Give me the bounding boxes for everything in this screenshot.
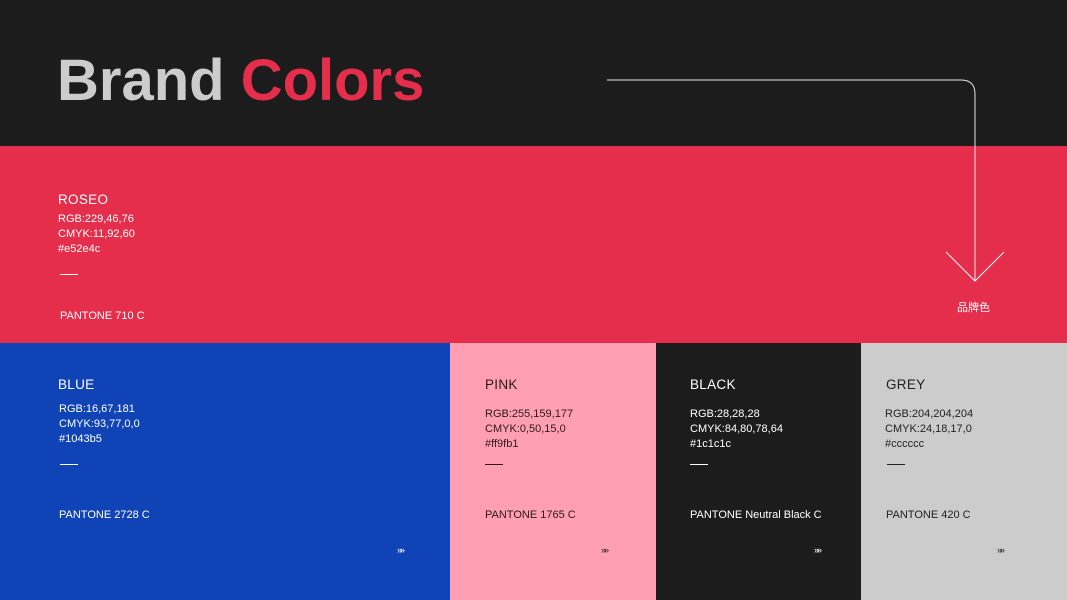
primary-color-swatch: ROSEO RGB:229,46,76 CMYK:11,92,60 #e52e4… xyxy=(0,146,1067,343)
color-pantone: PANTONE 420 C xyxy=(886,509,971,521)
color-rgb: RGB:28,28,28 xyxy=(690,408,760,420)
swatch-black: BLACK RGB:28,28,28 CMYK:84,80,78,64 #1c1… xyxy=(656,343,861,600)
more-arrows-icon[interactable]: »» xyxy=(814,545,822,555)
color-cmyk: CMYK:24,18,17,0 xyxy=(885,423,972,435)
divider-dash xyxy=(60,274,78,275)
color-name: PINK xyxy=(485,377,518,392)
swatch-blue: BLUE RGB:16,67,181 CMYK:93,77,0,0 #1043b… xyxy=(0,343,450,600)
color-cmyk: CMYK:84,80,78,64 xyxy=(690,423,783,435)
swatch-pink: PINK RGB:255,159,177 CMYK:0,50,15,0 #ff9… xyxy=(450,343,656,600)
color-name: ROSEO xyxy=(58,192,109,207)
color-rgb: RGB:229,46,76 xyxy=(58,213,134,225)
color-rgb: RGB:255,159,177 xyxy=(485,408,574,420)
color-pantone: PANTONE 2728 C xyxy=(59,509,150,521)
color-hex: #1c1c1c xyxy=(690,438,731,450)
color-pantone: PANTONE 710 C xyxy=(60,310,145,322)
color-cmyk: CMYK:0,50,15,0 xyxy=(485,423,566,435)
brand-color-label: 品牌色 xyxy=(957,302,990,314)
divider-dash xyxy=(887,464,905,465)
divider-dash xyxy=(485,464,503,465)
divider-dash xyxy=(60,464,78,465)
divider-dash xyxy=(690,464,708,465)
color-hex: #cccccc xyxy=(885,438,925,450)
title-word-colors: Colors xyxy=(240,48,425,113)
color-rgb: RGB:204,204,204 xyxy=(885,408,974,420)
color-hex: #1043b5 xyxy=(59,433,102,445)
color-cmyk: CMYK:93,77,0,0 xyxy=(59,418,140,430)
more-arrows-icon[interactable]: »» xyxy=(397,545,405,555)
swatch-grey: GREY RGB:204,204,204 CMYK:24,18,17,0 #cc… xyxy=(861,343,1067,600)
color-name: BLACK xyxy=(690,377,736,392)
color-pantone: PANTONE 1765 C xyxy=(485,509,576,521)
color-hex: #ff9fb1 xyxy=(485,438,519,450)
more-arrows-icon[interactable]: »» xyxy=(601,545,609,555)
color-hex: #e52e4c xyxy=(58,243,101,255)
color-cmyk: CMYK:11,92,60 xyxy=(58,228,135,240)
color-name: GREY xyxy=(886,377,926,392)
color-rgb: RGB:16,67,181 xyxy=(59,403,135,415)
page-title: Brand Colors xyxy=(57,48,424,114)
color-name: BLUE xyxy=(58,377,95,392)
color-pantone: PANTONE Neutral Black C xyxy=(690,509,822,521)
more-arrows-icon[interactable]: »» xyxy=(997,545,1005,555)
title-word-brand: Brand xyxy=(57,48,225,113)
header-bar: Brand Colors xyxy=(0,0,1067,146)
